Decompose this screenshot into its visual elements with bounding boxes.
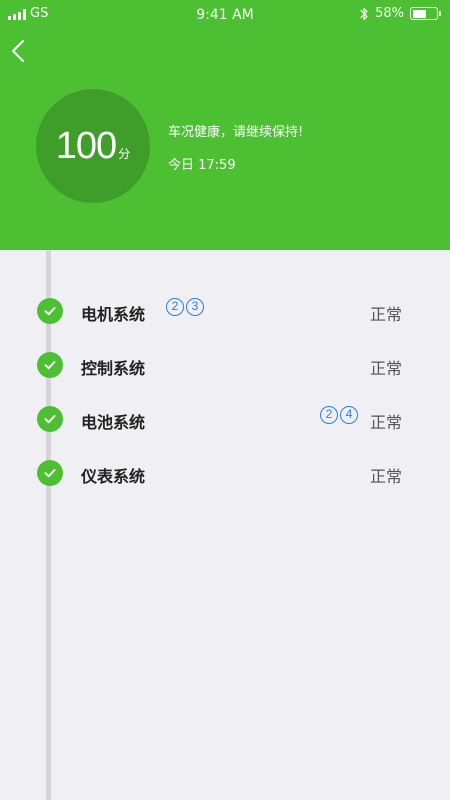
circled-number-badge: 2 xyxy=(320,406,338,424)
check-circle-icon xyxy=(37,298,63,324)
system-status: 正常 xyxy=(369,305,402,324)
health-score: 100 xyxy=(55,124,117,167)
check-circle-icon xyxy=(37,460,63,486)
system-name: 控制系统 xyxy=(81,359,146,378)
check-circle-icon xyxy=(37,352,63,378)
status-right: 58% xyxy=(359,6,441,21)
header-panel: GS 9:41 AM 58% 100 分 车况健康，请继续保持! 今日 17:5… xyxy=(0,0,450,250)
circled-number-badges: 24 xyxy=(320,406,358,424)
health-message: 车况健康，请继续保持! xyxy=(168,125,304,140)
chevron-left-icon xyxy=(12,40,24,62)
status-bar: GS 9:41 AM 58% xyxy=(0,0,450,30)
circled-number-badges: 23 xyxy=(166,298,204,316)
circled-number-badge: 2 xyxy=(166,298,184,316)
back-button[interactable] xyxy=(6,36,30,66)
list-item[interactable]: 电池系统 2 4 正常 xyxy=(0,398,450,438)
system-name: 电池系统 xyxy=(81,413,146,432)
health-score-circle: 100 分 xyxy=(36,89,150,203)
timeline-line xyxy=(46,250,51,800)
list-item[interactable]: 仪表系统 正常 xyxy=(0,452,450,492)
system-status: 正常 xyxy=(369,359,402,378)
system-status: 正常 xyxy=(369,413,402,432)
list-item[interactable]: 控制系统 正常 xyxy=(0,344,450,384)
circled-number-badge: 4 xyxy=(340,406,358,424)
system-name: 仪表系统 xyxy=(81,467,146,486)
list-item[interactable]: 电机系统 2 3 正常 xyxy=(0,290,450,330)
battery-percent: 58% xyxy=(375,6,404,21)
score-unit: 分 xyxy=(118,146,131,161)
check-time: 今日 17:59 xyxy=(168,158,236,173)
battery-icon xyxy=(410,7,441,20)
battery-fill xyxy=(412,9,426,18)
check-circle-icon xyxy=(37,406,63,432)
circled-number-badge: 3 xyxy=(186,298,204,316)
system-name: 电机系统 xyxy=(81,305,146,324)
bluetooth-icon xyxy=(360,7,368,20)
system-status: 正常 xyxy=(369,467,402,486)
